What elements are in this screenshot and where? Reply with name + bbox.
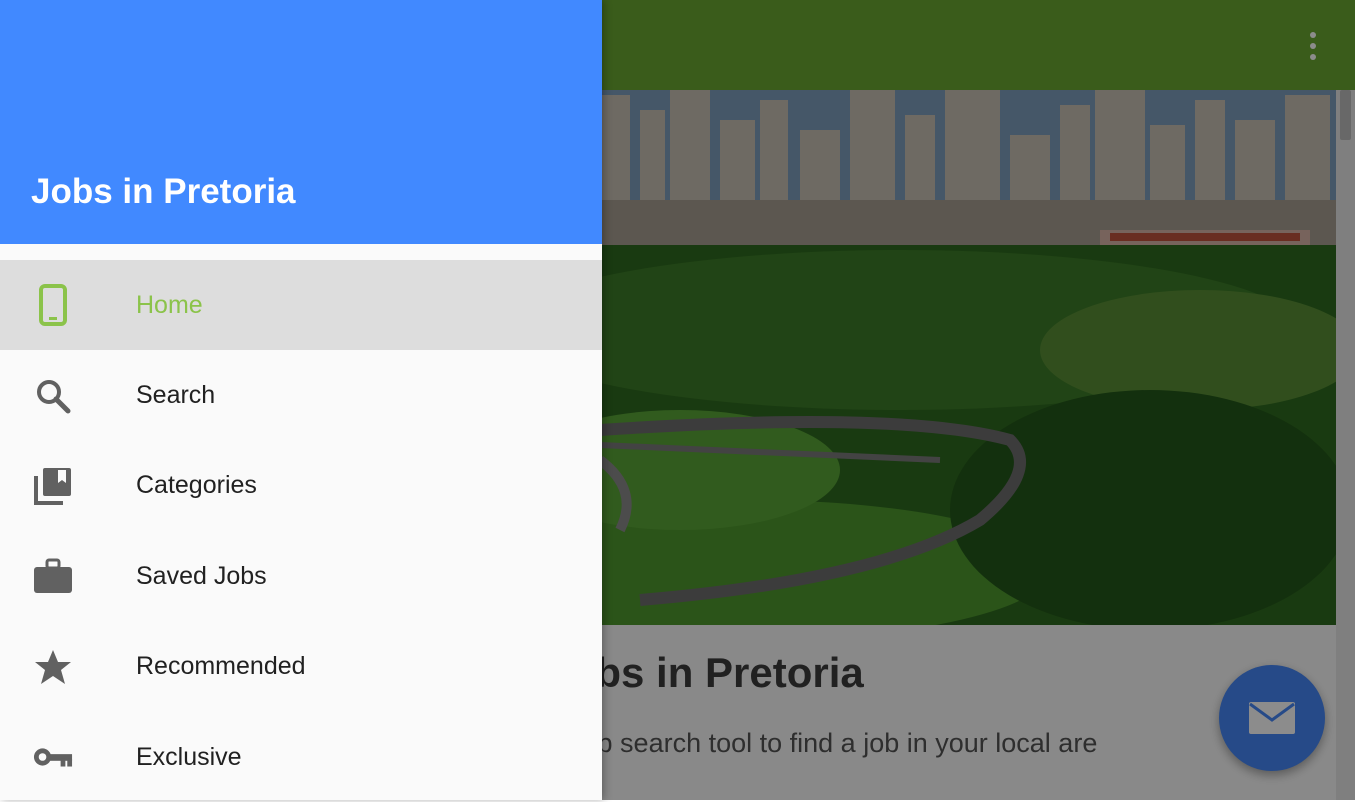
menu-label-recommended: Recommended — [136, 652, 306, 681]
star-icon — [33, 647, 73, 687]
menu-item-home[interactable]: Home — [0, 260, 602, 351]
briefcase-icon — [33, 556, 73, 596]
collections-icon — [33, 466, 73, 506]
menu-item-search[interactable]: Search — [0, 350, 602, 440]
menu-item-recommended[interactable]: Recommended — [0, 622, 602, 712]
menu-item-saved-jobs[interactable]: Saved Jobs — [0, 531, 602, 621]
drawer-menu: Home Search Categories Saved Jobs Recomm… — [0, 260, 602, 802]
menu-item-categories[interactable]: Categories — [0, 441, 602, 531]
phone-icon — [33, 284, 73, 327]
drawer-header: Jobs in Pretoria — [0, 0, 602, 244]
menu-label-categories: Categories — [136, 471, 257, 500]
menu-label-search: Search — [136, 381, 216, 410]
menu-label-home: Home — [136, 290, 203, 319]
menu-label-saved-jobs: Saved Jobs — [136, 561, 267, 590]
navigation-drawer: Jobs in Pretoria Home Search Categories … — [0, 0, 602, 800]
search-icon — [33, 376, 73, 416]
key-icon — [33, 737, 73, 777]
drawer-title: Jobs in Pretoria — [31, 172, 296, 211]
menu-item-exclusive[interactable]: Exclusive — [0, 712, 602, 802]
menu-label-exclusive: Exclusive — [136, 742, 242, 771]
